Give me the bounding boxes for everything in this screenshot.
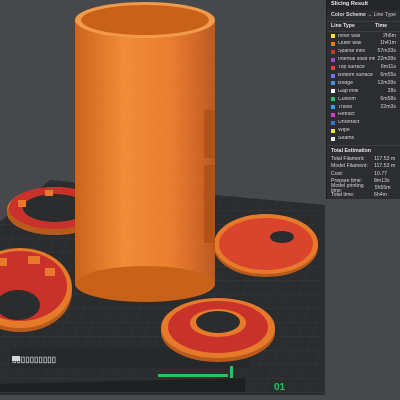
color-swatch-icon [331,97,335,102]
bed-green-marker [230,366,233,378]
part-tall-cylinder[interactable] [75,2,215,302]
color-swatch-icon [331,113,335,118]
estimation-value: 117.53 m [374,155,396,162]
line-type-time: 2h6m [383,32,396,39]
color-scheme-value: Line Type [373,11,396,18]
line-type-name: Outer wall [338,41,362,47]
line-type-table-header: Line Type Time [327,21,400,33]
color-scheme-label: Color Scheme [331,11,366,18]
line-type-name: Internal solid infill [338,57,375,63]
line-type-name: Inner wall [338,33,361,39]
line-type-row[interactable]: Inner wall 2h6m [327,32,400,40]
line-type-time: 57m33s [377,48,396,55]
line-type-row[interactable]: Bridge 12m39s [327,80,400,88]
estimation-value: 10.77 [374,170,387,177]
line-type-name: Sparse infill [338,49,365,55]
color-swatch-icon [331,42,335,47]
color-swatch-icon [331,73,335,78]
line-type-time: 12m39s [377,79,396,86]
color-swatch-icon [331,128,335,133]
line-type-row[interactable]: Gap infill 28s [327,87,400,95]
bed-white-marker [12,356,20,361]
line-type-list: Inner wall 2h6m Outer wall 1h41m Sparse infi… [327,32,400,142]
line-type-row[interactable]: Wipe [327,127,400,135]
line-type-time: 6m55s [380,72,396,78]
color-scheme-row: Color Scheme ⌄ Line Type [327,10,400,21]
panel-title: Slicing Result [327,0,400,10]
col-line-type: Line Type [331,23,355,29]
estimation-value: 8m13s [374,177,390,184]
part-ring-bottom[interactable] [161,298,275,362]
slicing-result-panel: Slicing Result Color Scheme ⌄ Line Type … [326,0,400,199]
line-type-name: Unretract [338,120,360,126]
color-swatch-icon [331,65,335,70]
color-swatch-icon [331,136,335,141]
total-estimation-list: Total Filament: 117.53 m Model Filament: 11… [327,156,400,199]
line-type-row[interactable]: Unretract [327,119,400,127]
line-type-name: Travel [338,104,353,110]
estimation-row: Cost: 10.77 [327,170,400,177]
line-type-time: 22m3s [380,103,396,110]
line-type-time: 28s [387,87,396,94]
estimation-label: Model Filament: [331,163,368,170]
estimation-value: 117.53 m [374,163,396,170]
color-swatch-icon [331,89,335,94]
plate-number: 01 [274,382,286,393]
line-type-name: Seams [338,136,355,142]
line-type-name: Wipe [338,128,350,134]
estimation-value: 6h4m [374,192,387,199]
estimation-label: Cost: [331,170,344,177]
estimation-value: 5h55m [374,185,391,192]
line-type-row[interactable]: Seams [327,135,400,143]
line-type-row[interactable]: Top surface 6m11s [327,64,400,72]
color-swatch-icon [331,34,335,39]
line-type-name: Bottom surface [338,73,373,78]
estimation-row: Total Filament: 117.53 m [327,156,400,163]
total-estimation-title: Total Estimation [327,144,400,156]
line-type-row[interactable]: Internal solid infill 22m39s [327,56,400,64]
estimation-row: Model printing time: 5h55m [327,183,400,194]
estimation-label: Total Filament: [331,155,365,162]
bed-green-marker [158,374,228,377]
line-type-name: Custom [338,96,356,102]
line-type-row[interactable]: Travel 22m3s [327,103,400,111]
color-swatch-icon [331,105,335,110]
color-swatch-icon [331,81,335,86]
line-type-time: 6m58s [380,95,396,102]
estimation-label: Total time: [331,192,355,199]
line-type-row[interactable]: Bottom surface 6m55s [327,72,400,80]
color-swatch-icon [331,49,335,54]
line-type-time: 1h41m [380,40,396,47]
col-time: Time [375,23,388,29]
line-type-row[interactable]: Custom 6m58s [327,95,400,103]
color-scheme-dropdown[interactable]: ⌄ Line Type [368,11,396,18]
line-type-time: 22m39s [377,56,396,63]
line-type-row[interactable]: Retract [327,111,400,119]
color-swatch-icon [331,57,335,62]
line-type-time: 6m11s [380,64,396,71]
line-type-name: Top surface [338,65,365,71]
line-type-name: Retract [338,112,355,118]
line-type-row[interactable]: Sparse infill 57m33s [327,48,400,56]
line-type-name: Gap infill [338,88,359,94]
estimation-row: Model Filament: 117.53 m [327,163,400,170]
line-type-row[interactable]: Outer wall 1h41m [327,40,400,48]
color-swatch-icon [331,120,335,125]
part-disc-right[interactable] [214,214,318,277]
line-type-name: Bridge [338,80,353,86]
